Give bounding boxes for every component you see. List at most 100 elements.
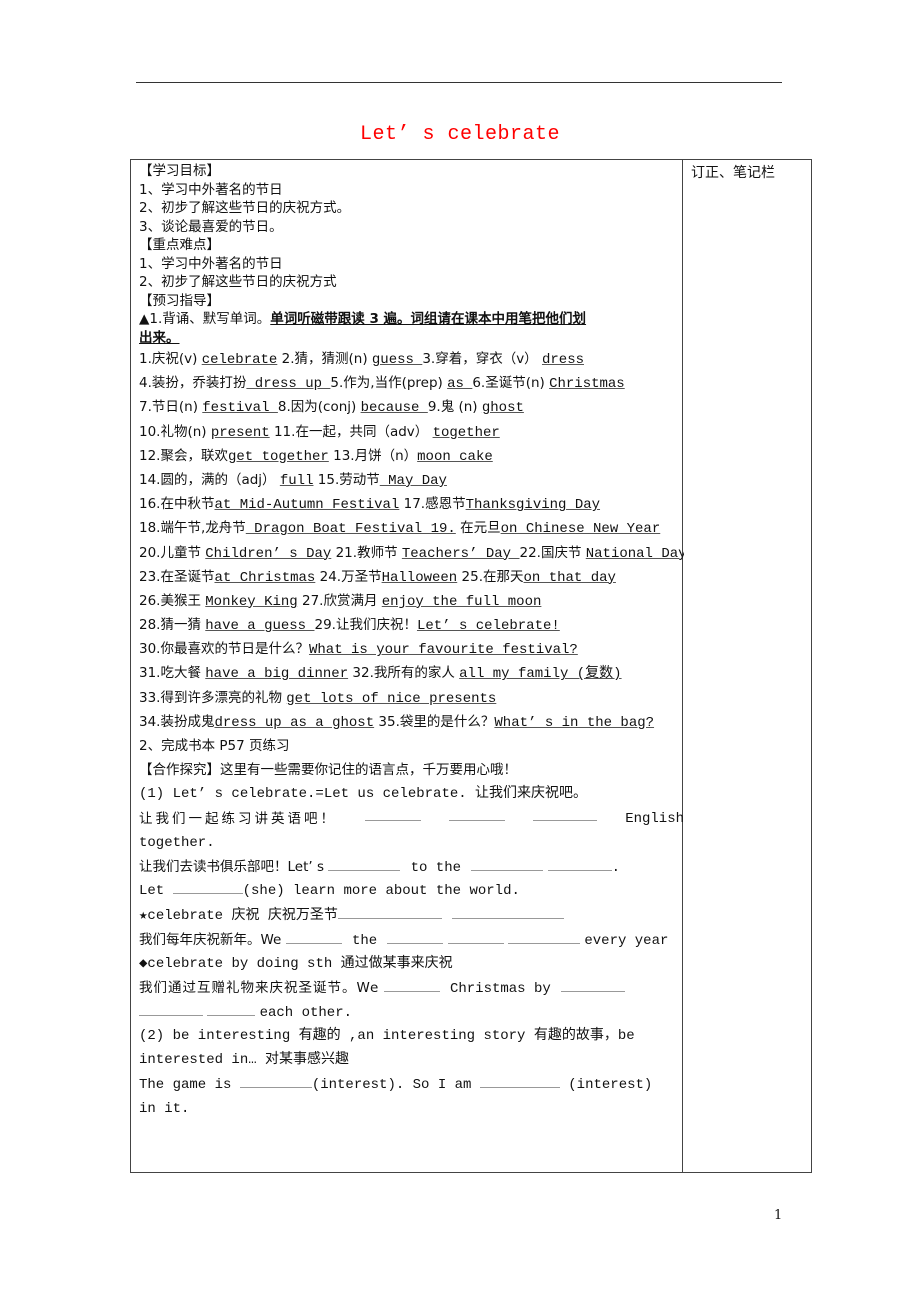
vocab-prompt: 17.感恩节 [403, 496, 466, 513]
vocab-item: 31.吃大餐 have a big dinner [139, 665, 348, 682]
vocab-item: 9.鬼 (n) ghost [428, 399, 524, 417]
vocab-prompt: 20.儿童节 [139, 544, 206, 561]
vocab-answer: all my family (复数) [459, 666, 622, 683]
vocab-answer: have a guess [205, 618, 315, 635]
vocab-answer: Let’ s celebrate! [416, 618, 560, 635]
vocab-answer: Monkey King [205, 593, 298, 610]
vocab-prompt: 5.作为,当作(prep) [330, 375, 448, 392]
worksheet-content: 【学习目标】 1、学习中外著名的节日 2、初步了解这些节日的庆祝方式。 3、谈论… [139, 162, 684, 1121]
vocab-line: 20.儿童节 Children’ s Day 21.教师节 Teachers’ … [139, 541, 684, 565]
vocab-item: 12.聚会，联欢get together [139, 448, 329, 465]
vocab-answer: Dragon Boat Festival 19. [245, 521, 456, 538]
exercise3-start: Let [139, 883, 165, 900]
answer-blank[interactable] [471, 857, 544, 871]
vocab-line: 7.节日(n) festival 8.因为(conj) because 9.鬼 … [139, 395, 684, 419]
vocab-answer: moon cake [417, 448, 493, 465]
exercise6-start: The game is [139, 1076, 232, 1093]
answer-blank[interactable] [479, 1074, 560, 1088]
exercise6-line: The game is (interest). So I am (interes… [139, 1073, 684, 1097]
exercise4-the: the [351, 932, 378, 949]
vocab-item: 21.教师节 Teachers’ Day [336, 545, 520, 562]
answer-blank[interactable] [447, 930, 504, 944]
document-title: Let’ s celebrate [359, 123, 561, 146]
vocab-prompt: 2.猜，猜测(n) [281, 351, 372, 367]
point1-line: (1) Let’ s celebrate.=Let us celebrate. … [139, 786, 588, 803]
answer-blank[interactable] [383, 978, 440, 992]
vocab-prompt: 33.得到许多漂亮的礼物 [139, 689, 287, 706]
vocab-prompt: 14.圆的，满的（adj） [139, 471, 280, 488]
vocab-prompt: 1.庆祝(v) [139, 351, 202, 367]
key-point-item: 2、初步了解这些节日的庆祝方式 [139, 274, 337, 290]
vocab-item: 23.在圣诞节at Christmas [139, 569, 316, 586]
vocab-prompt: 34.装扮成鬼 [139, 713, 215, 730]
exercise4-tail: every year [584, 932, 669, 949]
vocab-line: 4.装扮，乔装打扮 dress up 5.作为,当作(prep) as 6.圣诞… [139, 371, 684, 395]
vocab-item: 8.因为(conj) because [277, 399, 428, 416]
vocab-item: 34.装扮成鬼dress up as a ghost [139, 713, 375, 731]
key-points-heading: 【重点难点】 [139, 237, 220, 253]
vocab-line: 28.猜一猜 have a guess 29.让我们庆祝！Let’ s cele… [139, 613, 684, 637]
task1-prefix: ▲1.背诵、默写单词。 [139, 311, 271, 327]
vocab-item: 25.在那天on that day [461, 568, 616, 586]
vocab-prompt: 26.美猴王 [139, 592, 206, 609]
answer-blank[interactable] [328, 857, 401, 871]
answer-blank[interactable] [508, 930, 581, 944]
vocab-answer: ghost [481, 400, 524, 417]
answer-blank[interactable] [337, 905, 442, 920]
vocab-item: 17.感恩节Thanksgiving Day [403, 496, 600, 513]
vocab-answer: dress up as a ghost [214, 714, 375, 731]
exercise5-line: 我们通过互赠礼物来庆祝圣诞节。We Christmas by [139, 976, 684, 1000]
answer-blank[interactable] [387, 930, 444, 944]
vocab-line: 33.得到许多漂亮的礼物 get lots of nice presents [139, 686, 684, 710]
vocab-item: 4.装扮，乔装打扮 dress up [139, 375, 331, 393]
vocab-answer: get together [227, 448, 329, 465]
answer-blank[interactable] [452, 905, 565, 920]
diamond-line: ◆celebrate by doing sth 通过做某事来庆祝 [139, 955, 453, 972]
vocab-answer: Halloween [381, 569, 458, 586]
answer-blank[interactable] [561, 978, 626, 992]
answer-blank[interactable] [139, 1002, 203, 1017]
vocab-line: 14.圆的，满的（adj） full 15.劳动节 May Day [139, 468, 684, 492]
vocab-item: 16.在中秋节at Mid-Autumn Festival [139, 496, 399, 513]
exercise1-line: 让我们一起练习讲英语吧！ English [139, 807, 684, 831]
vocab-answer: present [210, 424, 270, 441]
vocab-item: 33.得到许多漂亮的礼物 get lots of nice presents [139, 689, 496, 707]
task1-emphasis-cont: 出来。 [139, 329, 180, 346]
vocab-answer: at Christmas [214, 569, 316, 586]
vocab-line: 30.你最喜欢的节日是什么？What is your favourite fes… [139, 637, 684, 661]
answer-blank[interactable] [547, 857, 612, 871]
vocab-line: 34.装扮成鬼dress up as a ghost 35.袋里的是什么？Wha… [139, 710, 684, 734]
objective-item: 2、初步了解这些节日的庆祝方式。 [139, 200, 351, 216]
header-rule [136, 82, 782, 83]
answer-blank[interactable] [207, 1002, 256, 1017]
vocab-answer: dress up [246, 376, 331, 393]
vocab-prompt: 18.端午节,龙舟节 [139, 520, 246, 537]
answer-blank[interactable] [449, 807, 506, 821]
vocab-answer: celebrate [201, 352, 278, 368]
vocab-item: 2.猜，猜测(n) guess [281, 351, 423, 368]
vocab-prompt: 8.因为(conj) [277, 399, 361, 416]
answer-blank[interactable] [533, 807, 598, 821]
vocab-prompt: 25.在那天 [461, 568, 524, 585]
answer-blank[interactable] [285, 930, 342, 944]
vocab-answer: Teachers’ Day [401, 545, 520, 562]
exercise1-tail: English [625, 810, 684, 827]
vocab-prompt: 11.在一起，共同（adv） [273, 423, 433, 440]
vocab-prompt: 35.袋里的是什么？ [378, 713, 495, 730]
vocab-prompt: 4.装扮，乔装打扮 [139, 375, 247, 392]
vocab-item: 20.儿童节 Children’ s Day [139, 544, 331, 562]
objective-item: 3、谈论最喜爱的节日。 [139, 218, 283, 235]
answer-blank[interactable] [365, 807, 422, 821]
cooperation-heading: 【合作探究】这里有一些需要你记住的语言点，千万要用心哦！ [139, 762, 517, 779]
vocab-answer: What’ s in the bag? [494, 714, 655, 731]
notes-column-header: 订正、笔记栏 [691, 165, 775, 181]
vocab-prompt: 3.穿着，穿衣（v） [422, 351, 542, 367]
task2-line: 2、完成书本 P57 页练习 [139, 738, 290, 754]
star-line: ★celebrate 庆祝 庆祝万圣节 [139, 903, 684, 927]
point2-line: (2) be interesting 有趣的 ,an interesting s… [139, 1028, 635, 1045]
answer-blank[interactable] [172, 880, 243, 895]
vocab-item: 6.圣诞节(n) Christmas [472, 375, 624, 392]
answer-blank[interactable] [239, 1074, 312, 1088]
objectives-heading: 【学习目标】 [139, 163, 220, 179]
preview-heading: 【预习指导】 [139, 292, 220, 309]
